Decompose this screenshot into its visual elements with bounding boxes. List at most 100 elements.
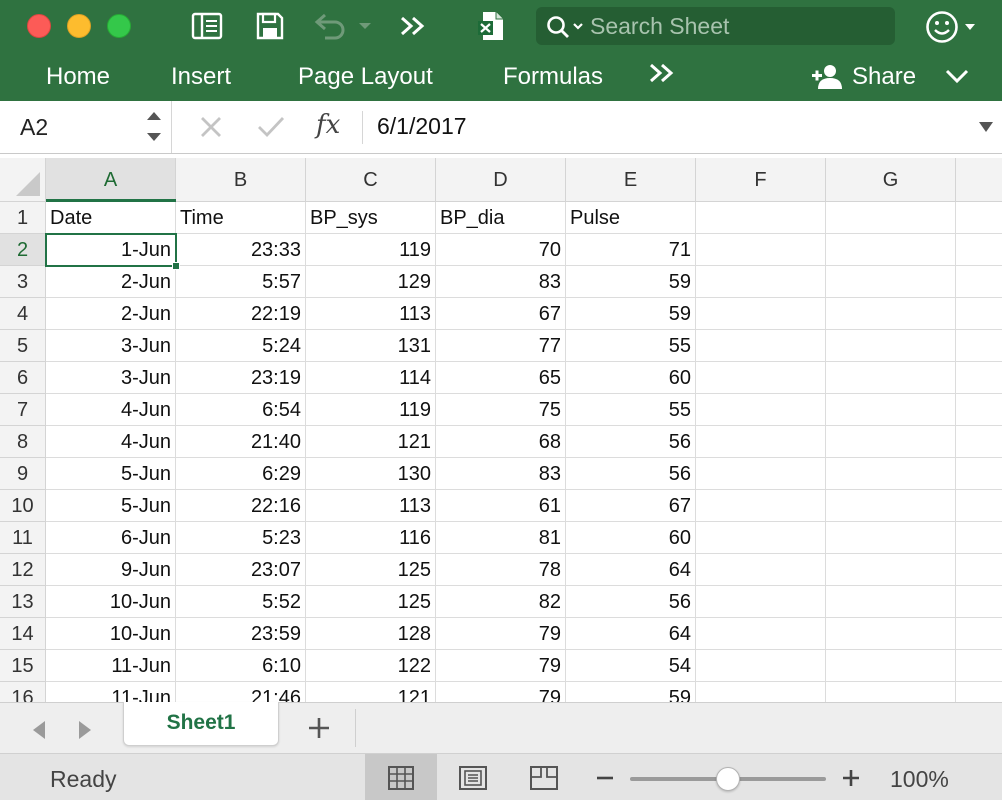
grid-cell[interactable]	[696, 362, 826, 394]
zoom-slider-thumb[interactable]	[716, 767, 740, 791]
grid-cell[interactable]	[696, 586, 826, 618]
grid-cell[interactable]	[826, 586, 956, 618]
grid-cell[interactable]: 77	[436, 330, 566, 362]
formula-input[interactable]: 6/1/2017	[377, 113, 467, 140]
grid-cell[interactable]	[826, 554, 956, 586]
cancel-formula-icon[interactable]	[198, 114, 224, 140]
grid-cell[interactable]: 79	[436, 618, 566, 650]
column-header[interactable]: A	[46, 158, 176, 202]
grid-cell[interactable]	[956, 650, 1002, 682]
next-sheet-icon[interactable]	[76, 719, 94, 741]
add-sheet-icon[interactable]	[306, 715, 332, 741]
search-sheet-box[interactable]	[536, 7, 895, 45]
ribbon-more-tabs-button[interactable]	[648, 62, 676, 92]
grid-cell[interactable]	[956, 330, 1002, 362]
grid-cell[interactable]	[956, 266, 1002, 298]
header-cell[interactable]: BP_dia	[436, 202, 566, 234]
grid-cell[interactable]: 60	[566, 522, 696, 554]
grid-cell[interactable]: 55	[566, 330, 696, 362]
grid-cell[interactable]	[956, 426, 1002, 458]
grid-cell[interactable]: 116	[306, 522, 436, 554]
grid-cell[interactable]: 65	[436, 362, 566, 394]
header-cell[interactable]	[696, 202, 826, 234]
grid-cell[interactable]: 21:40	[176, 426, 306, 458]
grid-cell[interactable]: 125	[306, 586, 436, 618]
header-cell[interactable]: Pulse	[566, 202, 696, 234]
share-button[interactable]: Share	[810, 60, 916, 94]
normal-view-button[interactable]	[365, 754, 437, 800]
grid-cell[interactable]: 83	[436, 266, 566, 298]
grid-cell[interactable]: 5:52	[176, 586, 306, 618]
expand-formula-bar-icon[interactable]	[978, 121, 994, 133]
grid-cell[interactable]: 113	[306, 490, 436, 522]
grid-cell[interactable]: 113	[306, 298, 436, 330]
grid-cell[interactable]	[696, 394, 826, 426]
grid-cell[interactable]: 131	[306, 330, 436, 362]
grid-cell[interactable]: 23:07	[176, 554, 306, 586]
grid-cell[interactable]	[696, 490, 826, 522]
grid-cell[interactable]	[826, 682, 956, 702]
grid-cell[interactable]	[956, 298, 1002, 330]
zoom-in-icon[interactable]	[840, 766, 862, 790]
grid-cell[interactable]	[696, 682, 826, 702]
grid-cell[interactable]	[826, 522, 956, 554]
select-all-corner[interactable]	[0, 158, 46, 202]
row-header[interactable]: 16	[0, 682, 46, 702]
sheet-tab-sheet1[interactable]: Sheet1	[123, 702, 279, 746]
grid-cell[interactable]	[826, 426, 956, 458]
grid-cell[interactable]	[826, 266, 956, 298]
row-header[interactable]: 1	[0, 202, 46, 234]
grid-cell[interactable]: 70	[436, 234, 566, 266]
header-cell[interactable]	[826, 202, 956, 234]
grid-cell[interactable]: 56	[566, 586, 696, 618]
grid-cell[interactable]	[826, 650, 956, 682]
grid-cell[interactable]	[956, 682, 1002, 702]
tab-home[interactable]: Home	[46, 62, 110, 92]
grid-cell[interactable]	[956, 490, 1002, 522]
grid-cell[interactable]	[956, 554, 1002, 586]
row-header[interactable]: 13	[0, 586, 46, 618]
grid-cell[interactable]: 54	[566, 650, 696, 682]
row-header[interactable]: 8	[0, 426, 46, 458]
grid-cell[interactable]: 22:19	[176, 298, 306, 330]
row-header[interactable]: 11	[0, 522, 46, 554]
grid-cell[interactable]	[826, 490, 956, 522]
grid-cell[interactable]	[696, 522, 826, 554]
row-header[interactable]: 4	[0, 298, 46, 330]
grid-cell[interactable]: 79	[436, 650, 566, 682]
row-header[interactable]: 5	[0, 330, 46, 362]
page-break-view-button[interactable]	[508, 754, 580, 800]
grid-cell[interactable]: 114	[306, 362, 436, 394]
grid-cell[interactable]: 83	[436, 458, 566, 490]
grid-cell[interactable]: 64	[566, 554, 696, 586]
zoom-out-icon[interactable]	[594, 766, 616, 790]
grid-cell[interactable]	[956, 522, 1002, 554]
grid-cell[interactable]: 55	[566, 394, 696, 426]
grid-cell[interactable]: 2-Jun	[46, 266, 176, 298]
row-header[interactable]: 2	[0, 234, 46, 266]
header-cell[interactable]	[956, 202, 1002, 234]
grid-cell[interactable]: 3-Jun	[46, 362, 176, 394]
grid-cell[interactable]: 23:33	[176, 234, 306, 266]
grid-cell[interactable]: 119	[306, 394, 436, 426]
grid-cell[interactable]: 64	[566, 618, 696, 650]
grid-cell[interactable]: 82	[436, 586, 566, 618]
grid-cell[interactable]: 59	[566, 266, 696, 298]
grid-cell[interactable]: 1-Jun	[46, 234, 176, 266]
grid-cell[interactable]	[696, 650, 826, 682]
grid-cell[interactable]: 81	[436, 522, 566, 554]
grid-cell[interactable]	[956, 234, 1002, 266]
header-cell[interactable]: BP_sys	[306, 202, 436, 234]
grid-cell[interactable]: 61	[436, 490, 566, 522]
grid-cell[interactable]: 4-Jun	[46, 394, 176, 426]
grid-cell[interactable]: 56	[566, 458, 696, 490]
window-close-button[interactable]	[27, 14, 51, 38]
header-cell[interactable]: Date	[46, 202, 176, 234]
grid-cell[interactable]: 5-Jun	[46, 490, 176, 522]
save-button[interactable]	[254, 10, 286, 42]
grid-cell[interactable]	[696, 330, 826, 362]
previous-sheet-icon[interactable]	[30, 719, 48, 741]
enter-formula-icon[interactable]	[256, 114, 286, 140]
grid-cell[interactable]	[826, 394, 956, 426]
grid-cell[interactable]: 11-Jun	[46, 682, 176, 702]
